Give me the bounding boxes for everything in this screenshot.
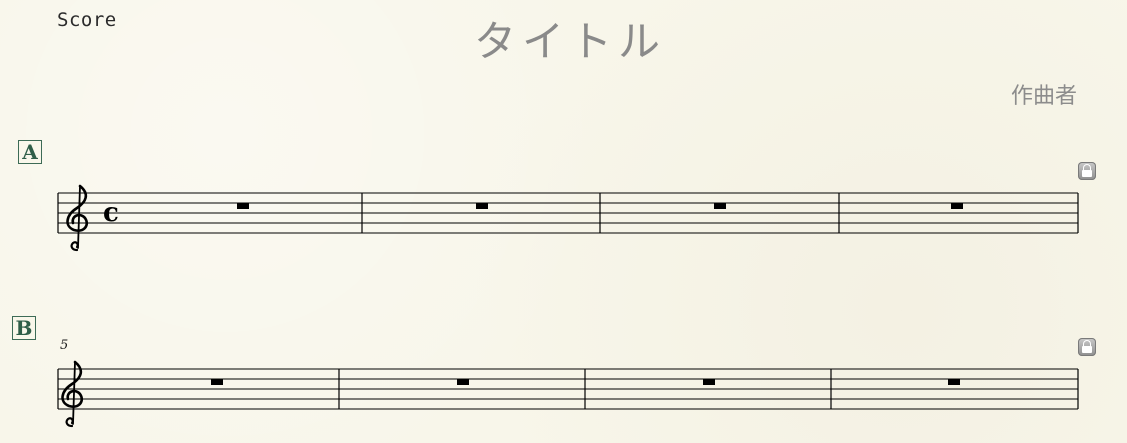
whole-rest-m2 [476,203,488,209]
whole-rest-m4 [951,203,963,209]
measure-number: 5 [60,338,69,353]
treble-clef-icon[interactable] [61,360,84,428]
lock-icon[interactable] [1078,338,1096,356]
score-page[interactable]: Score タイトル 作曲者 A c B 5 [0,0,1127,443]
lock-icon[interactable] [1078,162,1096,180]
whole-rest-m6 [457,379,469,385]
rehearsal-mark-a[interactable]: A [18,140,42,164]
whole-rest-m3 [714,203,726,209]
staff-lines [58,368,1078,410]
whole-rest-m5 [211,379,223,385]
rehearsal-mark-b[interactable]: B [12,316,36,340]
common-time-symbol[interactable]: c [103,198,119,228]
staff-system-1[interactable]: c [0,180,1127,260]
whole-rest-m7 [703,379,715,385]
score-title[interactable]: タイトル [0,8,1127,69]
whole-rest-m8 [948,379,960,385]
staff-system-2[interactable] [0,356,1127,436]
treble-clef-icon[interactable] [66,184,89,252]
whole-rest-m1 [237,203,249,209]
composer-text[interactable]: 作曲者 [1011,78,1077,110]
staff-lines [58,192,1078,234]
